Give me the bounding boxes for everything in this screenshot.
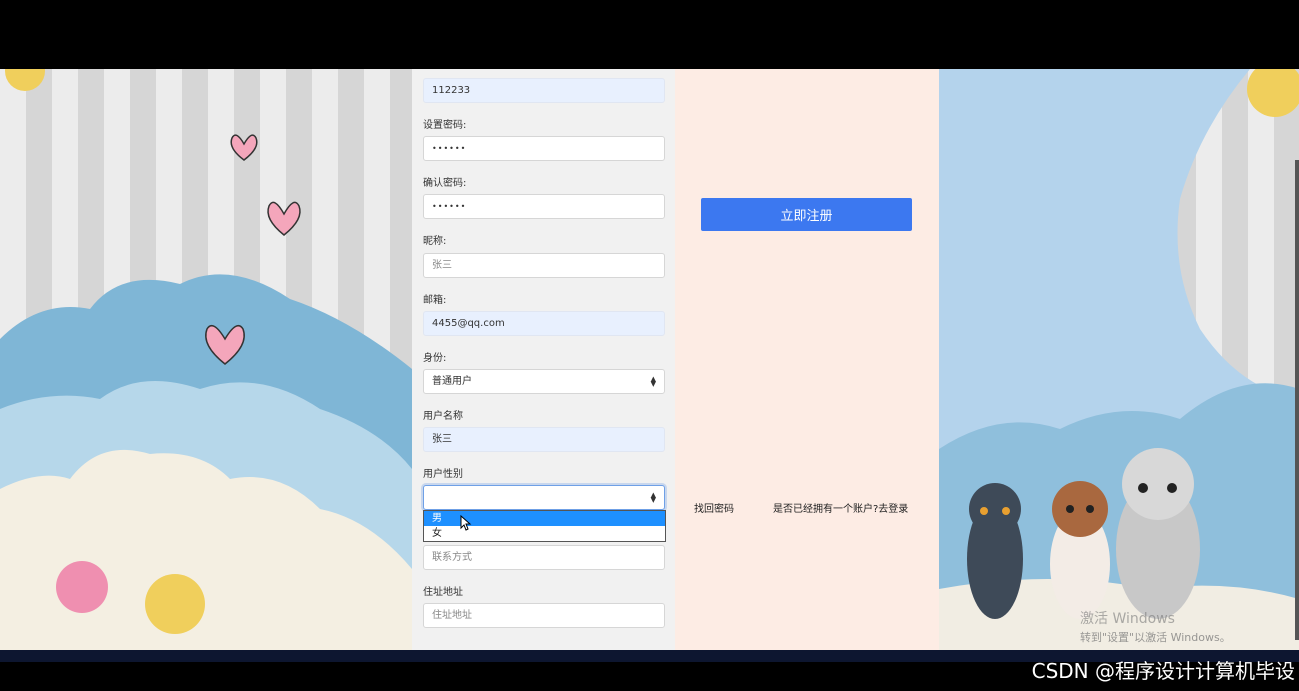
- gender-select[interactable]: ▲ ▼: [423, 485, 665, 510]
- scrollbar[interactable]: [1295, 160, 1299, 640]
- nickname-label: 昵称:: [423, 236, 447, 247]
- select-arrows-icon: ▲ ▼: [650, 491, 656, 504]
- csdn-watermark: CSDN @程序设计计算机毕设: [1031, 659, 1295, 683]
- username-input[interactable]: 张三: [423, 427, 665, 452]
- account-input[interactable]: 112233: [423, 78, 665, 103]
- role-label: 身份:: [423, 353, 447, 364]
- heart-icon: [267, 201, 301, 236]
- page-background: 112233 设置密码: •••••• 确认密码: •••••• 昵称: 张三 …: [0, 69, 1299, 650]
- yellow-yarn-icon: [1247, 69, 1299, 117]
- nickname-input[interactable]: 张三: [423, 253, 665, 278]
- gender-label: 用户性别: [423, 469, 463, 480]
- password-input[interactable]: ••••••: [423, 136, 665, 161]
- pink-yarn-icon: [56, 561, 108, 613]
- forgot-password-link[interactable]: 找回密码: [694, 500, 734, 515]
- address-label: 住址地址: [423, 587, 463, 598]
- action-panel: 立即注册 找回密码 是否已经拥有一个账户?去登录: [675, 69, 939, 650]
- email-input[interactable]: 4455@qq.com: [423, 311, 665, 336]
- heart-icon: [230, 134, 258, 161]
- select-arrows-icon: ▲ ▼: [650, 375, 656, 388]
- mouse-cursor-icon: [460, 515, 472, 531]
- windows-activation-hint: 转到"设置"以激活 Windows。: [1080, 631, 1231, 644]
- login-link[interactable]: 是否已经拥有一个账户?去登录: [773, 500, 908, 515]
- registration-form: 112233 设置密码: •••••• 确认密码: •••••• 昵称: 张三 …: [412, 69, 675, 650]
- role-select[interactable]: 普通用户 ▲ ▼: [423, 369, 665, 394]
- username-label: 用户名称: [423, 411, 463, 422]
- confirm-password-input[interactable]: ••••••: [423, 194, 665, 219]
- confirm-password-label: 确认密码:: [423, 178, 467, 189]
- yellow-yarn-icon: [145, 574, 205, 634]
- yellow-yarn-icon: [5, 69, 45, 91]
- email-label: 邮箱:: [423, 295, 447, 306]
- windows-activation-title: 激活 Windows: [1080, 611, 1175, 627]
- password-label: 设置密码:: [423, 120, 467, 131]
- register-button[interactable]: 立即注册: [701, 198, 912, 231]
- contact-input[interactable]: 联系方式: [423, 545, 665, 570]
- address-input[interactable]: 住址地址: [423, 603, 665, 628]
- role-select-value: 普通用户: [432, 376, 472, 387]
